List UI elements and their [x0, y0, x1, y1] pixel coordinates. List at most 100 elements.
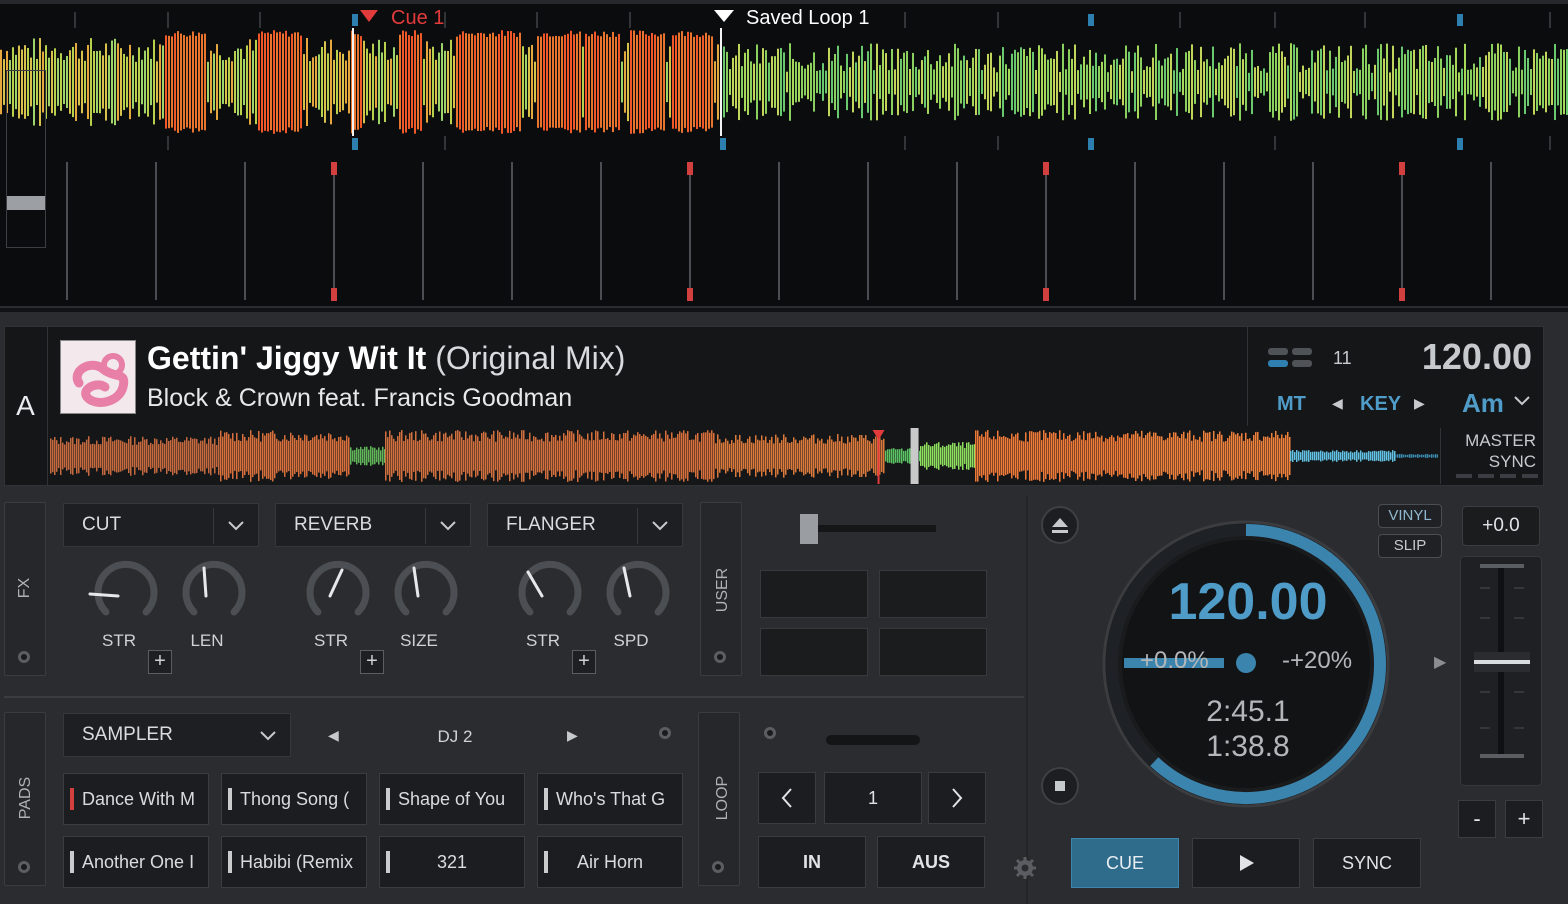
eject-icon[interactable]: [1040, 505, 1080, 545]
cue-button[interactable]: CUE: [1071, 838, 1179, 888]
pads-mode-select[interactable]: SAMPLER: [63, 713, 291, 757]
pads-tab[interactable]: PADS: [4, 712, 46, 886]
vinyl-button[interactable]: VINYL: [1378, 504, 1442, 528]
master-label: MASTER: [1465, 431, 1536, 450]
loop-toggle-icon[interactable]: [712, 861, 724, 873]
fx-1-knob-1-label: STR: [102, 631, 136, 650]
fx-toggle-icon[interactable]: [18, 651, 30, 663]
pitch-fader[interactable]: [1472, 562, 1532, 762]
loop-marker-icon: [714, 10, 734, 22]
album-cover[interactable]: [60, 340, 136, 414]
pitch-dot: [1236, 653, 1256, 673]
loop-size-display: 1: [824, 772, 922, 824]
key-label: KEY: [1360, 393, 1402, 415]
sync-label: SYNC: [1488, 452, 1536, 471]
zoom-slider[interactable]: [6, 70, 46, 248]
play-icon: [1240, 855, 1254, 871]
loop-tab[interactable]: LOOP: [698, 712, 740, 886]
pitch-value-box[interactable]: +0.0: [1462, 506, 1540, 546]
chevron-right-icon: [952, 788, 963, 808]
gear-icon[interactable]: [1013, 856, 1037, 880]
expand-arrow-icon[interactable]: ▶: [1434, 652, 1446, 672]
pitch-range[interactable]: -+20%: [1282, 647, 1352, 675]
cue-marker-icon: [360, 10, 378, 22]
sync-indicator: [1456, 474, 1538, 478]
sample-pad-8[interactable]: Air Horn: [537, 836, 683, 888]
bank-prev-icon[interactable]: ◀: [328, 727, 339, 744]
fx-2-add-button[interactable]: +: [360, 650, 384, 674]
pitch-plus-button[interactable]: +: [1505, 800, 1543, 838]
fx-2-knob-2-label: SIZE: [400, 631, 438, 650]
loop-halve-button[interactable]: [758, 772, 816, 824]
pitch-value: +0.0%: [1140, 647, 1209, 674]
sample-pad-6[interactable]: Habibi (Remix: [221, 836, 367, 888]
chevron-left-icon: [781, 788, 792, 808]
pitch-minus-button[interactable]: -: [1458, 800, 1496, 838]
sample-pad-1[interactable]: Dance With M: [63, 773, 209, 825]
chevron-down-icon: [260, 731, 276, 741]
sample-pad-7[interactable]: 321: [379, 836, 525, 888]
chevron-down-icon: [652, 521, 668, 531]
loop-roll-icon[interactable]: [764, 727, 776, 739]
pitch-fader-thumb: [1474, 660, 1530, 664]
deck-letter: A: [4, 326, 48, 486]
user-pad-3[interactable]: [760, 628, 868, 676]
zoom-slider-thumb[interactable]: [7, 196, 45, 210]
loop-out-button[interactable]: AUS: [877, 836, 985, 888]
fx-1-add-button[interactable]: +: [148, 650, 172, 674]
user-slider[interactable]: [798, 512, 938, 546]
track-artist: Block & Crown feat. Francis Goodman: [147, 384, 573, 412]
key-up-icon[interactable]: ▶: [1414, 395, 1425, 412]
sampler-record-icon[interactable]: [659, 727, 671, 739]
time-remaining: 1:38.8: [1206, 730, 1290, 763]
section-divider: [4, 696, 1024, 698]
fx-2-knob-1-label: STR: [314, 631, 348, 650]
loop-in-button[interactable]: IN: [758, 836, 866, 888]
sample-pad-3[interactable]: Shape of You: [379, 773, 525, 825]
grid-ticks-bottom: [167, 136, 1551, 150]
fx-slot-2-select[interactable]: REVERB: [275, 503, 471, 547]
play-button[interactable]: [1192, 838, 1300, 888]
fx-tab[interactable]: FX: [4, 502, 46, 676]
loop-double-button[interactable]: [928, 772, 986, 824]
sync-button[interactable]: SYNC: [1313, 838, 1421, 888]
key-down-icon[interactable]: ◀: [1332, 395, 1343, 412]
deck-divider: [1026, 496, 1028, 904]
fx-1-knob-2-label: LEN: [190, 631, 224, 650]
deck-bpm[interactable]: 120.00: [1400, 336, 1532, 378]
beat-counter-icon: [1268, 348, 1312, 367]
beat-count: 11: [1333, 348, 1352, 368]
jog-bpm: 120.00: [1168, 573, 1328, 631]
key-value[interactable]: Am: [1462, 388, 1504, 419]
user-pad-2[interactable]: [879, 570, 987, 618]
chevron-down-icon: [228, 521, 244, 531]
fx-knobs[interactable]: [82, 560, 682, 640]
bank-next-icon[interactable]: ▶: [567, 727, 578, 744]
fx-slot-1-select[interactable]: CUT: [63, 503, 259, 547]
track-overview-waveform[interactable]: [50, 428, 1438, 484]
time-elapsed: 2:45.1: [1206, 695, 1290, 728]
track-title: Gettin' Jiggy Wit It (Original Mix): [147, 340, 626, 376]
loop-slider[interactable]: [826, 735, 920, 745]
scrolling-waveform[interactable]: [0, 28, 1568, 136]
pads-toggle-icon[interactable]: [18, 861, 30, 873]
master-tempo-button[interactable]: MT: [1277, 393, 1306, 416]
fx-slot-3-select[interactable]: FLANGER: [487, 503, 683, 547]
user-tab[interactable]: USER: [700, 502, 742, 676]
saved-loop-label[interactable]: Saved Loop 1: [746, 7, 869, 30]
fx-3-knob-2-label: SPD: [613, 631, 649, 650]
sample-pad-4[interactable]: Who's That G: [537, 773, 683, 825]
stop-icon[interactable]: [1040, 766, 1080, 806]
cue-marker-label[interactable]: Cue 1: [391, 7, 444, 30]
sample-pad-5[interactable]: Another One I: [63, 836, 209, 888]
key-dropdown-icon[interactable]: [1512, 394, 1532, 408]
user-toggle-icon[interactable]: [714, 651, 726, 663]
fx-3-add-button[interactable]: +: [572, 650, 596, 674]
slip-button[interactable]: SLIP: [1378, 534, 1442, 558]
sampler-bank-label: DJ 2: [437, 727, 473, 746]
user-pad-1[interactable]: [760, 570, 868, 618]
sample-pad-2[interactable]: Thong Song (: [221, 773, 367, 825]
beat-grid: [66, 162, 1492, 301]
chevron-down-icon: [440, 521, 456, 531]
user-pad-4[interactable]: [879, 628, 987, 676]
